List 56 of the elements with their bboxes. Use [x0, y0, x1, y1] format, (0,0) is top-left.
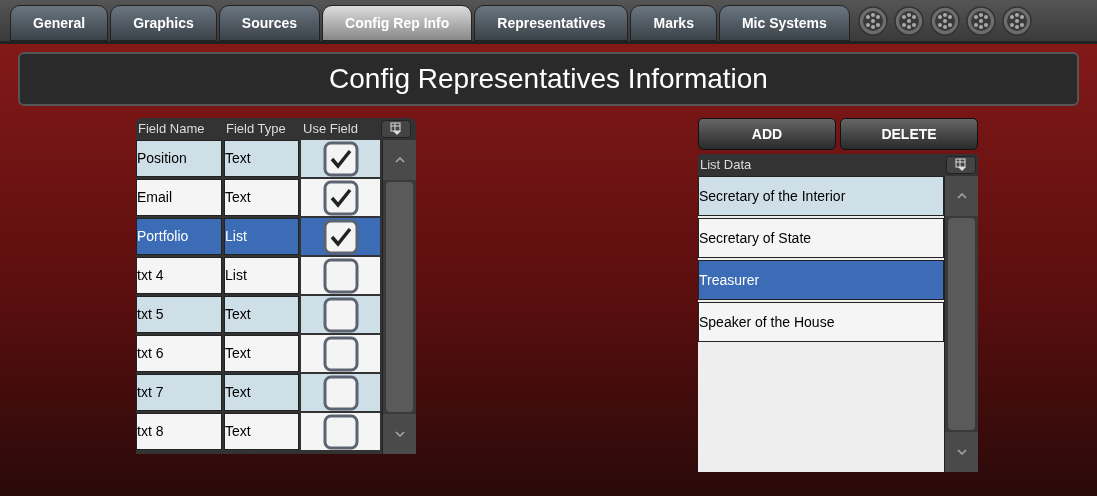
list-item[interactable]: Secretary of State [698, 218, 944, 258]
connector-icon[interactable] [893, 5, 924, 36]
connector-icon[interactable] [1001, 5, 1032, 36]
table-cell: Position [136, 140, 222, 177]
table-cell: Email [136, 179, 222, 216]
table-row[interactable]: txt 4 List [136, 257, 382, 294]
checkbox[interactable] [322, 140, 359, 177]
table-row[interactable]: txt 5 Text [136, 296, 382, 333]
checkbox[interactable] [322, 335, 359, 372]
table-cell: txt 6 [136, 335, 222, 372]
table-row[interactable]: txt 8 Text [136, 413, 382, 450]
list-item[interactable]: Treasurer [698, 260, 944, 300]
table-cell: Text [224, 140, 299, 177]
list-item[interactable]: Speaker of the House [698, 302, 944, 342]
table-row[interactable]: Email Text [136, 179, 382, 216]
checkbox[interactable] [322, 296, 359, 333]
checkbox[interactable] [322, 179, 359, 216]
connector-icon[interactable] [965, 5, 996, 36]
checkbox[interactable] [322, 257, 359, 294]
column-chooser-icon[interactable] [381, 120, 411, 138]
table-cell: List [224, 218, 299, 255]
table-row[interactable]: txt 6 Text [136, 335, 382, 372]
table-cell: Text [224, 413, 299, 450]
table-cell: txt 7 [136, 374, 222, 411]
tab[interactable]: Sources [218, 5, 321, 41]
list-header[interactable]: List Data [698, 155, 752, 175]
tab[interactable]: General [10, 5, 109, 41]
column-header[interactable]: Field Type [224, 119, 301, 139]
list-item[interactable]: Secretary of the Interior [698, 176, 944, 216]
table-cell: Portfolio [136, 218, 222, 255]
tab[interactable]: Representatives [474, 5, 629, 41]
table-cell: Text [224, 179, 299, 216]
tab[interactable]: Mic Systems [718, 5, 850, 41]
table-row[interactable]: Position Text [136, 140, 382, 177]
table-cell: List [224, 257, 299, 294]
table-cell: Text [224, 296, 299, 333]
table-cell: txt 8 [136, 413, 222, 450]
table-cell: Text [224, 374, 299, 411]
column-header[interactable]: Field Name [136, 119, 224, 139]
column-header[interactable]: Use Field [301, 119, 381, 139]
page-title: Config Representatives Information [18, 52, 1079, 106]
table-row[interactable]: txt 7 Text [136, 374, 382, 411]
connector-icon[interactable] [929, 5, 960, 36]
checkbox[interactable] [322, 374, 359, 411]
table-cell: Text [224, 335, 299, 372]
table-row[interactable]: Portfolio List [136, 218, 382, 255]
tab[interactable]: Marks [630, 5, 717, 41]
table-cell: txt 5 [136, 296, 222, 333]
action-button[interactable]: ADD [698, 118, 836, 150]
connector-icon[interactable] [857, 5, 888, 36]
table-cell: txt 4 [136, 257, 222, 294]
tab[interactable]: Graphics [110, 5, 217, 41]
checkbox[interactable] [322, 218, 359, 255]
column-chooser-icon[interactable] [946, 156, 976, 174]
checkbox[interactable] [322, 413, 359, 450]
action-button[interactable]: DELETE [840, 118, 978, 150]
